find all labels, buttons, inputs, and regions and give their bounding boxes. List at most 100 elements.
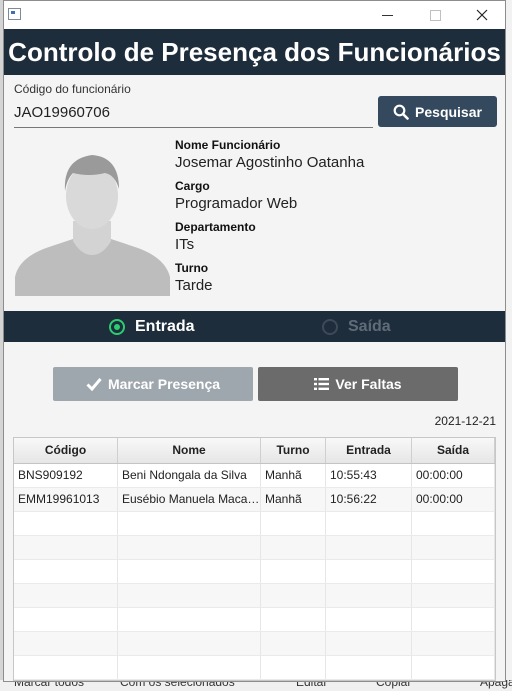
table-cell — [326, 560, 412, 583]
check-icon — [86, 378, 102, 391]
table-cell: 10:56:22 — [326, 488, 412, 511]
table-cell — [14, 608, 118, 631]
employee-name-value: Josemar Agostinho Oatanha — [175, 154, 365, 171]
table-cell — [261, 536, 326, 559]
table-cell — [326, 536, 412, 559]
radio-saida[interactable]: Saída — [322, 311, 391, 342]
table-row-empty — [14, 632, 495, 656]
table-cell — [326, 632, 412, 655]
table-row-empty — [14, 560, 495, 584]
table-cell — [14, 632, 118, 655]
search-icon — [393, 104, 409, 120]
maximize-icon — [429, 9, 441, 21]
table-cell — [261, 560, 326, 583]
table-row[interactable]: BNS909192 Beni Ndongala da Silva Manhã 10:5… — [14, 464, 495, 488]
table-cell — [326, 608, 412, 631]
employee-department-label: Departamento — [175, 220, 256, 234]
table-cell: Eusébio Manuela Macaco — [118, 488, 261, 511]
view-absences-label: Ver Faltas — [335, 376, 402, 392]
minimize-icon — [381, 14, 393, 16]
mark-attendance-label: Marcar Presença — [107, 376, 221, 392]
radio-unselected-icon — [322, 318, 338, 335]
page-title: Controlo de Presença dos Funcionários — [4, 29, 505, 75]
table-cell — [326, 656, 412, 679]
table-cell — [118, 656, 261, 679]
table-row-empty — [14, 584, 495, 608]
search-button-label: Pesquisar — [415, 103, 482, 120]
employee-department-value: ITs — [175, 236, 195, 253]
table-cell: 00:00:00 — [412, 464, 495, 487]
current-date: 2021-12-21 — [434, 414, 496, 428]
employee-shift-value: Tarde — [175, 277, 213, 294]
minimize-button[interactable] — [364, 1, 410, 29]
employee-shift-label: Turno — [175, 261, 209, 275]
table-row-empty — [14, 512, 495, 536]
table-cell — [14, 512, 118, 535]
title-bar — [4, 1, 505, 29]
table-cell — [14, 560, 118, 583]
attendance-window: Controlo de Presença dos Funcionários Có… — [3, 0, 506, 682]
employee-code-input[interactable] — [14, 100, 373, 128]
column-header[interactable]: Código — [14, 438, 118, 463]
table-cell — [412, 536, 495, 559]
table-body: BNS909192 Beni Ndongala da Silva Manhã 10:5… — [14, 464, 495, 680]
mark-attendance-button[interactable]: Marcar Presença — [53, 367, 253, 401]
employee-code-label: Código do funcionário — [14, 82, 131, 96]
table-cell — [412, 608, 495, 631]
mode-selector: Entrada Saída — [4, 311, 505, 342]
table-cell — [261, 512, 326, 535]
table-cell — [118, 584, 261, 607]
maximize-button[interactable] — [412, 1, 458, 29]
table-cell — [118, 632, 261, 655]
employee-name-label: Nome Funcionário — [175, 138, 281, 152]
radio-entrada[interactable]: Entrada — [109, 311, 195, 342]
table-cell: 00:00:00 — [412, 488, 495, 511]
table-row-empty — [14, 608, 495, 632]
table-cell — [261, 656, 326, 679]
attendance-table[interactable]: Código Nome Turno Entrada Saída BNS90919… — [13, 437, 496, 681]
table-cell: Manhã — [261, 464, 326, 487]
table-cell — [412, 656, 495, 679]
table-cell — [261, 608, 326, 631]
column-header[interactable]: Saída — [412, 438, 495, 463]
table-cell — [118, 608, 261, 631]
employee-shift-group: Turno Tarde — [175, 261, 213, 294]
employee-role-value: Programador Web — [175, 195, 298, 212]
table-header: Código Nome Turno Entrada Saída — [14, 438, 495, 464]
search-button[interactable]: Pesquisar — [378, 96, 497, 127]
table-cell — [412, 632, 495, 655]
table-cell — [261, 584, 326, 607]
table-cell — [118, 536, 261, 559]
radio-entrada-label: Entrada — [135, 317, 195, 335]
avatar — [15, 141, 170, 296]
table-cell: Manhã — [261, 488, 326, 511]
table-row-empty — [14, 536, 495, 560]
column-header[interactable]: Entrada — [326, 438, 412, 463]
employee-role-group: Cargo Programador Web — [175, 179, 297, 212]
table-cell — [261, 632, 326, 655]
table-row[interactable]: EMM19961013 Eusébio Manuela Macaco Manhã 10… — [14, 488, 495, 512]
column-header[interactable]: Nome — [118, 438, 261, 463]
table-cell — [326, 512, 412, 535]
table-cell — [412, 584, 495, 607]
table-cell — [326, 584, 412, 607]
column-header[interactable]: Turno — [261, 438, 326, 463]
table-cell: 10:55:43 — [326, 464, 412, 487]
close-button[interactable] — [459, 1, 505, 29]
table-cell — [14, 536, 118, 559]
table-cell — [412, 560, 495, 583]
app-icon — [8, 8, 21, 20]
view-absences-button[interactable]: Ver Faltas — [258, 367, 458, 401]
radio-selected-icon — [109, 318, 125, 335]
list-icon — [314, 378, 330, 390]
table-cell — [412, 512, 495, 535]
employee-role-label: Cargo — [175, 179, 210, 193]
employee-name-group: Nome Funcionário Josemar Agostinho Oatan… — [175, 138, 364, 171]
background-window-edge-right — [505, 0, 512, 691]
table-cell — [118, 560, 261, 583]
table-cell — [14, 656, 118, 679]
close-icon — [476, 9, 488, 21]
table-cell: EMM19961013 — [14, 488, 118, 511]
table-cell: BNS909192 — [14, 464, 118, 487]
radio-saida-label: Saída — [348, 317, 391, 335]
